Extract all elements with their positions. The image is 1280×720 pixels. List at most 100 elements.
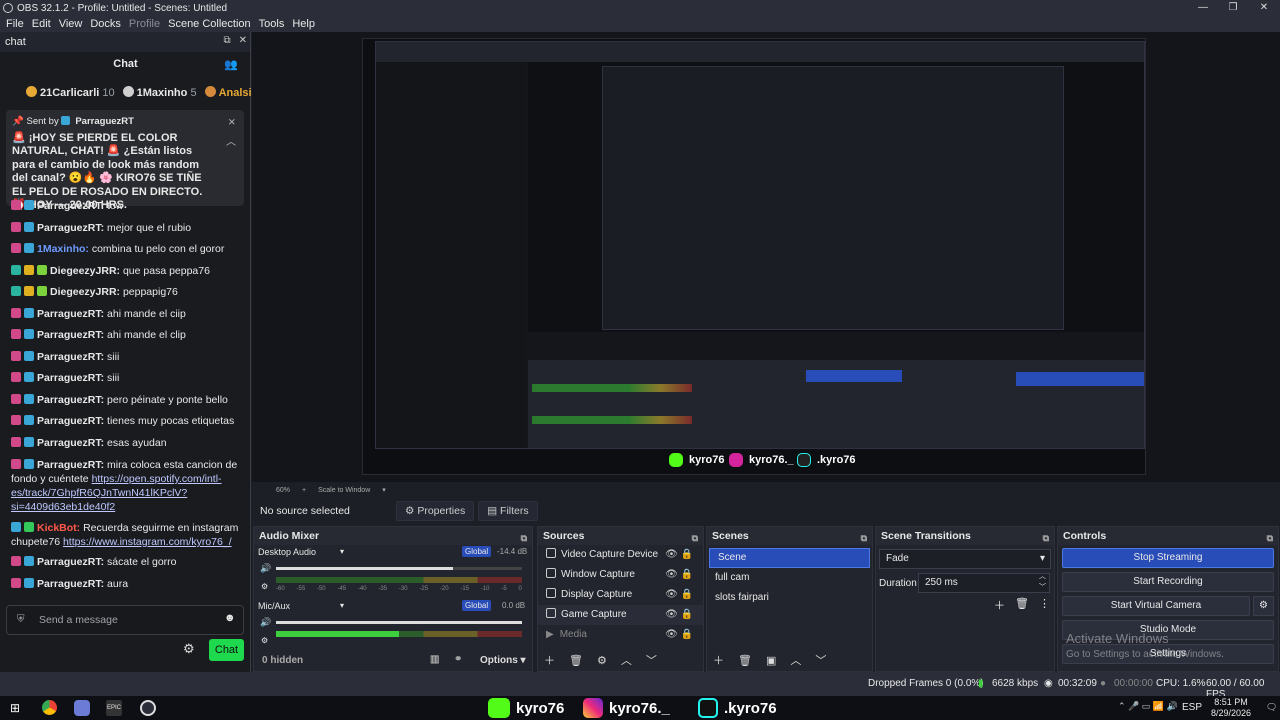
instagram-link[interactable]: https://www.instagram.com/kyro76_/ [63,536,232,548]
kick-brand: kyro76 [669,453,724,467]
move-up-icon[interactable]: ︿ [790,652,801,668]
dock-float-icon[interactable]: ⧉ [1267,529,1273,547]
dock-float-icon[interactable]: ⧉ [521,529,527,547]
source-item[interactable]: Window Capture 👁 🔒 [538,565,703,585]
undock-icon[interactable]: ⧉ [223,35,230,46]
settings-cog-icon[interactable]: ⚙ [261,582,268,591]
obs-taskbar-icon[interactable] [140,700,156,716]
record-time: 00:00:00 [1114,678,1153,689]
signal-icon: ▮ [978,678,984,689]
more-icon[interactable]: ⋮ [1039,597,1050,613]
start-virtual-camera-button[interactable]: Start Virtual Camera [1062,596,1250,616]
dock-float-icon[interactable]: ⧉ [861,529,867,547]
windows-start-icon[interactable]: ⊞ [10,701,20,715]
speaker-icon[interactable]: 🔊 [260,617,271,628]
remove-transition-icon[interactable]: 🗑 [1015,597,1029,613]
settings-cog-icon[interactable]: ⚙ [261,636,268,645]
transition-select[interactable]: Fade ▾ [879,549,1051,569]
user-badge-icon [61,116,71,125]
add-scene-icon[interactable]: ＋ [713,652,724,668]
menu-docks[interactable]: Docks [86,18,125,30]
discord-icon[interactable] [74,700,90,716]
leader-3: Analsi [204,86,251,104]
start-recording-button[interactable]: Start Recording [1062,572,1274,592]
move-down-icon[interactable]: ﹀ [815,652,826,668]
minimize-icon[interactable]: — [1188,0,1218,16]
unpin-icon[interactable]: ⨯ [228,116,236,130]
chat-send-button[interactable]: Chat [209,639,244,661]
source-item[interactable]: Display Capture 👁 🔒 [538,585,703,605]
source-item[interactable]: Game Capture 👁 🔒 [538,605,703,625]
volume-slider-mic[interactable] [276,621,522,624]
options-button[interactable]: Options ▾ [480,655,526,666]
volume-slider-desktop[interactable] [276,567,522,570]
link-icon[interactable]: ⚭ [454,654,462,665]
duration-spinbox[interactable]: 250 ms ︿ ﹀ [918,573,1050,593]
menu-help[interactable]: Help [288,18,319,30]
zoom-level[interactable]: 60% [276,487,290,494]
sources-title: Sources [543,530,585,542]
menu-scene-collection[interactable]: Scene Collection [164,18,255,30]
menu-profile[interactable]: Profile [125,18,164,30]
collapse-chevron-icon[interactable]: ︿ [226,136,236,150]
source-item[interactable]: Video Capture Device 👁 🔒 [538,545,703,565]
scene-item[interactable]: slots fairpari [707,588,872,608]
layout-icon[interactable]: ▥ [430,654,439,665]
system-tray-icons[interactable]: ⌃ 🎤 ▭ 📶 🔊 [1118,701,1178,712]
kick-icon [488,698,510,718]
chrome-icon[interactable] [42,700,57,715]
zoom-in-icon[interactable]: + [302,487,306,494]
emoji-icon[interactable]: ☻ [224,612,236,624]
users-icon[interactable]: 👥 [224,58,238,71]
remove-source-icon[interactable]: 🗑 [569,654,583,667]
channel-menu-icon[interactable]: ▾ [340,601,344,610]
source-item[interactable]: ▶ Media 👁 🔒 [538,625,703,645]
add-source-icon[interactable]: ＋ [544,652,555,668]
chat-message: ParraguezRT: esas ayudan [0,433,251,455]
scene-item[interactable]: full cam [707,568,872,588]
display-icon [546,588,556,598]
add-transition-icon[interactable]: ＋ [994,597,1005,613]
chat-message: ParraguezRT: tow [0,196,251,218]
keyboard-language[interactable]: ESP [1182,702,1202,713]
speaker-icon[interactable]: 🔊 [260,563,271,574]
dropdown-arrow-icon: ▾ [1039,553,1045,564]
scene-item-selected[interactable]: Scene [709,548,870,568]
menu-tools[interactable]: Tools [255,18,289,30]
close-icon[interactable]: ✕ [1249,0,1279,16]
virtual-camera-settings-icon[interactable]: ⚙ [1253,596,1274,616]
chat-settings-gear-icon[interactable]: ⚙ [183,642,197,656]
clock-time[interactable]: 8:51 PM [1208,697,1254,707]
kick-brand-large: kyro76 [488,698,564,718]
move-up-icon[interactable]: ︿ [621,652,632,668]
nested-obs-window [375,41,1145,449]
maximize-icon[interactable]: ❐ [1218,0,1248,16]
source-settings-icon[interactable]: ⚙ [597,654,607,667]
filters-button[interactable]: ▤ Filters [478,501,538,521]
status-bar: Dropped Frames 0 (0.0%) ▮ 6628 kbps ◉ 00… [0,672,1280,700]
dock-float-icon[interactable]: ⧉ [1043,529,1049,547]
leader-2: 1Maxinho 5 [122,86,197,104]
scale-dropdown-icon[interactable]: ▾ [382,486,386,494]
stop-streaming-button[interactable]: Stop Streaming [1062,548,1274,568]
menu-view[interactable]: View [55,18,87,30]
properties-button[interactable]: ⚙ Properties [396,501,475,521]
channel-menu-icon[interactable]: ▾ [340,547,344,556]
clock-date[interactable]: 8/29/2026 [1206,708,1256,718]
scale-mode[interactable]: Scale to Window [318,487,370,494]
dock-close-icon[interactable]: ✕ [239,35,247,46]
chat-input[interactable]: Send a message [6,605,244,635]
scene-filter-icon[interactable]: ▣ [766,654,776,667]
menu-edit[interactable]: Edit [28,18,55,30]
gold-badge-icon [26,86,37,97]
move-down-icon[interactable]: ﹀ [646,652,657,668]
kick-icon [669,453,683,467]
menu-file[interactable]: File [0,18,28,30]
notifications-icon[interactable]: 🗨 [1266,702,1277,713]
epic-games-icon[interactable]: EPIC [106,700,122,716]
preview-canvas[interactable]: kyro76 kyro76._ .kyro76 [362,38,1146,475]
remove-scene-icon[interactable]: 🗑 [738,654,752,667]
dropped-frames: Dropped Frames 0 (0.0%) [868,678,984,689]
chat-message: ParraguezRT: sácate el gorro [0,552,251,574]
instagram-icon [583,698,603,718]
